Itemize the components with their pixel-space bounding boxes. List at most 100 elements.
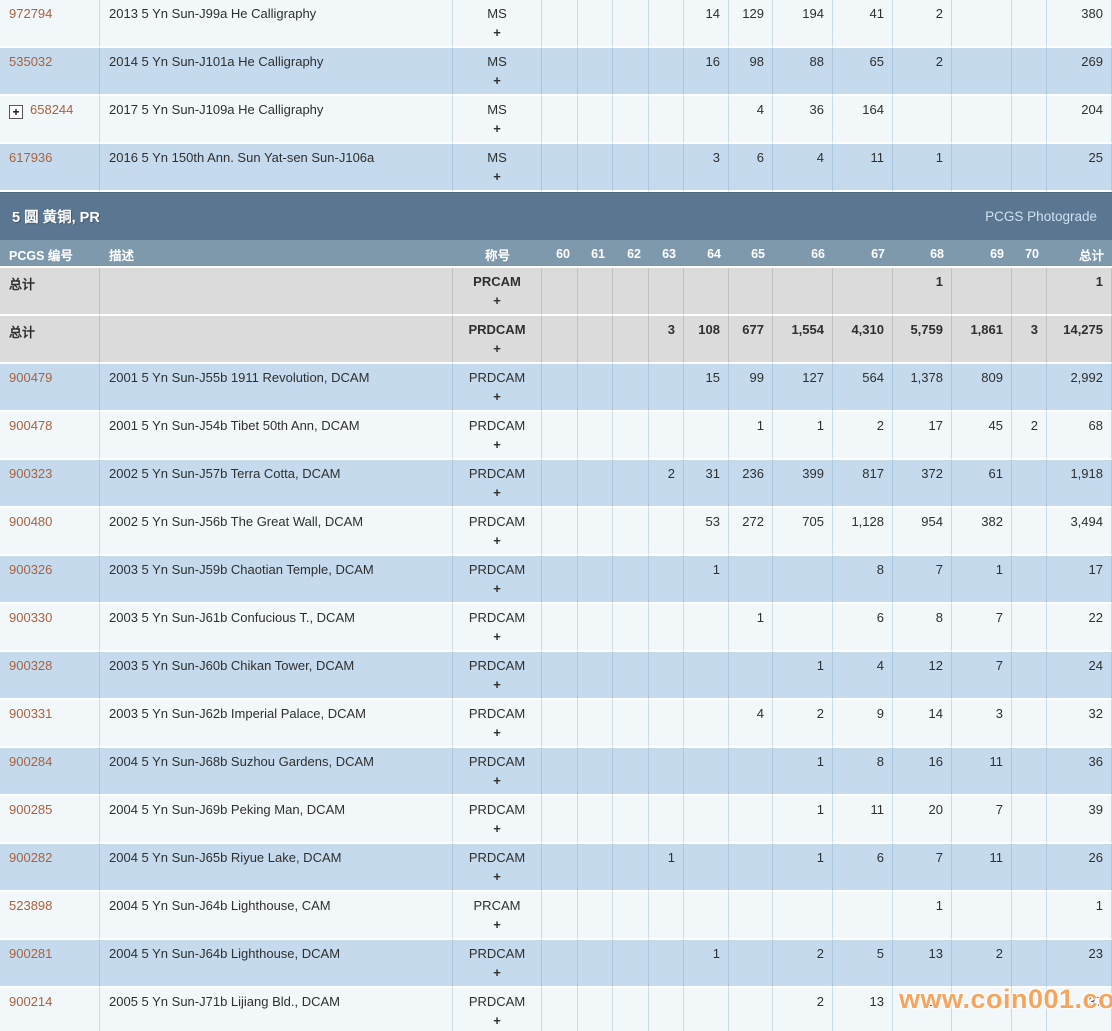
grade-61-count	[578, 556, 613, 604]
pcgs-number-link[interactable]: 900281	[9, 946, 52, 961]
pcgs-number-cell: 900323	[0, 460, 100, 508]
totals-row: 总计PRCAM+11	[0, 268, 1112, 316]
pcgs-number-link[interactable]: 617936	[9, 150, 52, 165]
grade-68-count: 1	[893, 892, 952, 940]
grade-63-count	[649, 604, 684, 652]
grade-65-count: 129	[729, 0, 773, 48]
grade-69-count: 7	[952, 796, 1012, 844]
grade-60-count	[542, 940, 578, 988]
pcgs-number-link[interactable]: 900479	[9, 370, 52, 385]
plus-grade-link[interactable]: +	[453, 869, 541, 884]
grade-67-count: 6	[833, 844, 893, 892]
pcgs-number-cell: 900284	[0, 748, 100, 796]
pcgs-number-link[interactable]: 900323	[9, 466, 52, 481]
grade-67-count: 4,310	[833, 316, 893, 364]
grade-65-count	[729, 556, 773, 604]
grade-64-count	[684, 796, 729, 844]
pcgs-number-link[interactable]: 900478	[9, 418, 52, 433]
grade-69-count: 45	[952, 412, 1012, 460]
designation-cell: PRDCAM+	[453, 364, 542, 412]
plus-grade-link[interactable]: +	[453, 25, 541, 40]
pcgs-number-link[interactable]: 523898	[9, 898, 52, 913]
plus-grade-link[interactable]: +	[453, 485, 541, 500]
plus-grade-link[interactable]: +	[453, 965, 541, 980]
pcgs-number-link[interactable]: 900328	[9, 658, 52, 673]
coin-row: 9002812004 5 Yn Sun-J64b Lighthouse, DCA…	[0, 940, 1112, 988]
pcgs-number-link[interactable]: 900282	[9, 850, 52, 865]
grade-61-count	[578, 844, 613, 892]
designation-label: MS	[453, 150, 541, 165]
plus-grade-link[interactable]: +	[453, 629, 541, 644]
plus-grade-link[interactable]: +	[453, 773, 541, 788]
plus-grade-link[interactable]: +	[453, 821, 541, 836]
grade-64-count	[684, 988, 729, 1031]
grade-62-count	[613, 892, 649, 940]
grade-64-count: 14	[684, 0, 729, 48]
grade-63-count	[649, 48, 684, 96]
grade-70-count: 3	[1012, 316, 1047, 364]
grade-66-count: 1	[773, 796, 833, 844]
grade-69-count	[952, 0, 1012, 48]
grade-60-count	[542, 412, 578, 460]
coin-description: 2005 5 Yn Sun-J71b Lijiang Bld., DCAM	[100, 988, 453, 1031]
pcgs-number-link[interactable]: 900331	[9, 706, 52, 721]
grade-61-count	[578, 940, 613, 988]
grade-63-count	[649, 556, 684, 604]
expand-plus-icon[interactable]: +	[9, 105, 23, 119]
designation-label: MS	[453, 102, 541, 117]
plus-grade-link[interactable]: +	[453, 169, 541, 184]
plus-grade-link[interactable]: +	[453, 389, 541, 404]
grade-68-count: 8	[893, 604, 952, 652]
grade-70-count	[1012, 460, 1047, 508]
plus-grade-link[interactable]: +	[453, 121, 541, 136]
grade-63-count	[649, 700, 684, 748]
plus-grade-link[interactable]: +	[453, 677, 541, 692]
grade-62-count	[613, 652, 649, 700]
column-header-row: PCGS 编号描述称号6061626364656667686970总计	[0, 240, 1112, 268]
plus-grade-link[interactable]: +	[453, 293, 541, 308]
plus-grade-link[interactable]: +	[453, 73, 541, 88]
grade-64-count: 1	[684, 556, 729, 604]
pcgs-number-link[interactable]: 900480	[9, 514, 52, 529]
grade-65-count: 272	[729, 508, 773, 556]
photograde-link[interactable]: PCGS Photograde	[985, 209, 1097, 224]
plus-grade-link[interactable]: +	[453, 581, 541, 596]
grade-70-count	[1012, 364, 1047, 412]
plus-grade-link[interactable]: +	[453, 917, 541, 932]
plus-grade-link[interactable]: +	[453, 725, 541, 740]
grade-63-count: 2	[649, 460, 684, 508]
pcgs-number-link[interactable]: 900326	[9, 562, 52, 577]
grade-64-count	[684, 892, 729, 940]
pcgs-number-link[interactable]: 535032	[9, 54, 52, 69]
section-title: 5 圆 黄铜, PR	[12, 206, 100, 227]
coin-description: 2002 5 Yn Sun-J56b The Great Wall, DCAM	[100, 508, 453, 556]
pcgs-number-link[interactable]: 658244	[30, 102, 73, 117]
grade-67-count: 11	[833, 796, 893, 844]
grade-61-count	[578, 988, 613, 1031]
coin-row: 900284 2004 5 Yn Sun-J68b Suzhou Gardens,…	[0, 748, 1112, 796]
grade-63-count	[649, 0, 684, 48]
pcgs-number-link[interactable]: 900285	[9, 802, 52, 817]
grade-67-count: 564	[833, 364, 893, 412]
grade-62-count	[613, 96, 649, 144]
grade-70-count	[1012, 748, 1047, 796]
grade-61-count	[578, 412, 613, 460]
plus-grade-link[interactable]: +	[453, 1013, 541, 1028]
coin-description: 2004 5 Yn Sun-J68b Suzhou Gardens, DCAM	[100, 748, 453, 796]
pcgs-number-link[interactable]: 900330	[9, 610, 52, 625]
pcgs-number-link[interactable]: 972794	[9, 6, 52, 21]
plus-grade-link[interactable]: +	[453, 437, 541, 452]
grade-61-count	[578, 604, 613, 652]
grade-68-count: 14	[893, 700, 952, 748]
grade-70-count	[1012, 48, 1047, 96]
pcgs-number-cell: 900282	[0, 844, 100, 892]
plus-grade-link[interactable]: +	[453, 341, 541, 356]
pcgs-number-link[interactable]: 900214	[9, 994, 52, 1009]
plus-grade-link[interactable]: +	[453, 533, 541, 548]
grade-66-count: 1	[773, 652, 833, 700]
coin-description: 2013 5 Yn Sun-J99a He Calligraphy	[100, 0, 453, 48]
pcgs-number-link[interactable]: 900284	[9, 754, 52, 769]
grade-63-count	[649, 268, 684, 316]
column-header-grade-69: 69	[952, 240, 1012, 268]
column-header-grade-70: 70	[1012, 240, 1047, 268]
